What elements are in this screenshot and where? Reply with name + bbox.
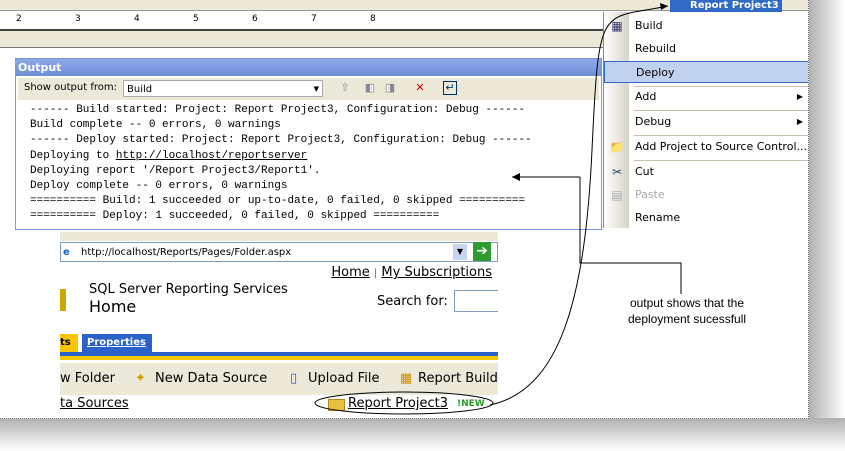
torn-edge-shadow-bottom <box>0 418 845 451</box>
callout-line: deployment sucessfull <box>627 312 747 326</box>
screenshot-frame: 2 3 4 5 6 7 8 Output Show output from: B… <box>0 0 809 419</box>
curved-connector <box>489 5 669 406</box>
callout-connector <box>579 177 682 294</box>
annotation-lines <box>314 3 682 415</box>
curved-arrowhead <box>660 3 668 10</box>
callout-note: output shows that the deployment sucessfu… <box>612 295 762 327</box>
callout-line: output shows that the <box>629 296 745 310</box>
callout-arrowhead <box>512 173 520 181</box>
highlight-ellipse <box>314 391 494 415</box>
torn-edge-shadow-right <box>808 0 845 451</box>
